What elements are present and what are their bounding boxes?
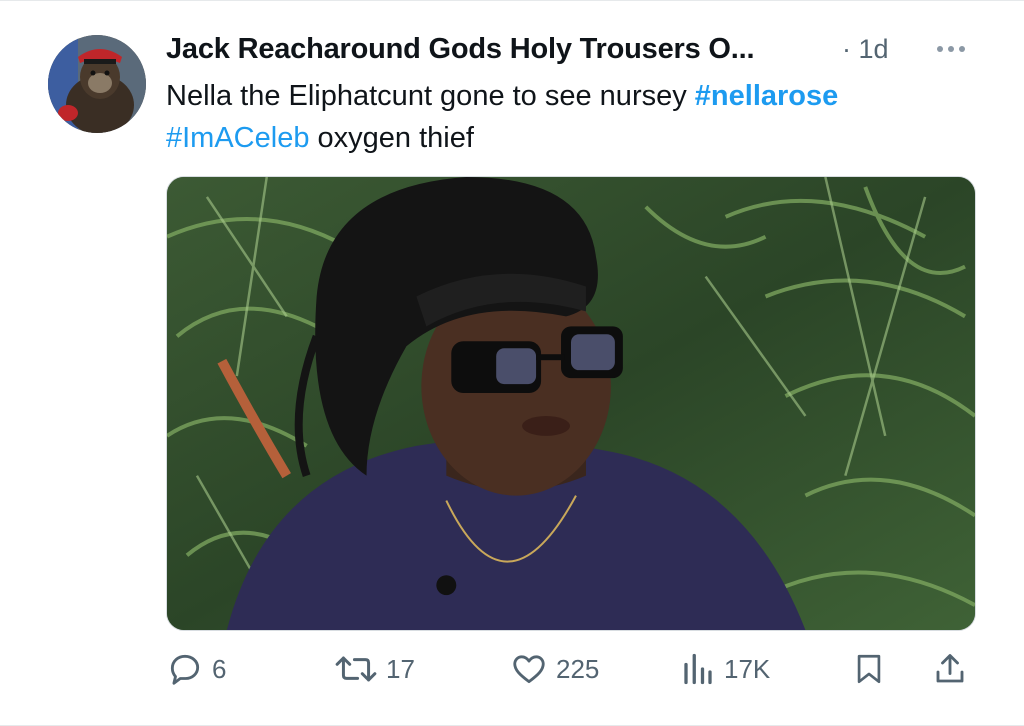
share-button[interactable]: [932, 649, 968, 689]
tweet-actions-bar: 6 17 225 17K: [166, 649, 976, 689]
tweet-text-part2: oxygen thief: [309, 122, 474, 154]
retweet-button[interactable]: 17: [334, 649, 415, 689]
bookmark-button[interactable]: [852, 649, 886, 689]
tweet-text-part1: Nella the Eliphatcunt gone to see nursey: [166, 80, 695, 112]
tweet-timestamp[interactable]: 1d: [859, 34, 889, 64]
photo-image: [167, 177, 975, 630]
tweet-header: Jack Reacharound Gods Holy Trousers O...…: [166, 31, 986, 71]
like-button[interactable]: 225: [510, 649, 599, 689]
share-icon: [936, 654, 964, 683]
views-chart-icon: [684, 653, 712, 685]
more-dots-icon[interactable]: [931, 39, 971, 59]
like-count: 225: [556, 653, 600, 684]
tweet-media-photo[interactable]: [166, 176, 976, 631]
views-count: 17K: [724, 653, 771, 684]
reply-count: 6: [212, 653, 227, 684]
hashtag-link-nellarose[interactable]: #nellarose: [695, 80, 838, 112]
bookmark-icon: [857, 654, 881, 684]
reply-icon: [170, 654, 200, 685]
author-display-name[interactable]: Jack Reacharound Gods Holy Trousers O...: [166, 31, 755, 67]
tweet-meta: · 1d: [842, 31, 889, 67]
meta-separator: ·: [842, 34, 851, 64]
retweet-icon: [335, 656, 377, 682]
tweet-card[interactable]: Jack Reacharound Gods Holy Trousers O...…: [0, 0, 1024, 726]
avatar[interactable]: [48, 35, 146, 133]
avatar-image: [48, 35, 146, 133]
hashtag-link-imaceleb[interactable]: #ImACeleb: [166, 122, 309, 154]
retweet-count: 17: [386, 653, 415, 684]
views-button[interactable]: 17K: [680, 649, 770, 689]
reply-button[interactable]: 6: [166, 649, 226, 689]
heart-icon: [513, 655, 545, 684]
tweet-text: Nella the Eliphatcunt gone to see nursey…: [166, 75, 986, 159]
